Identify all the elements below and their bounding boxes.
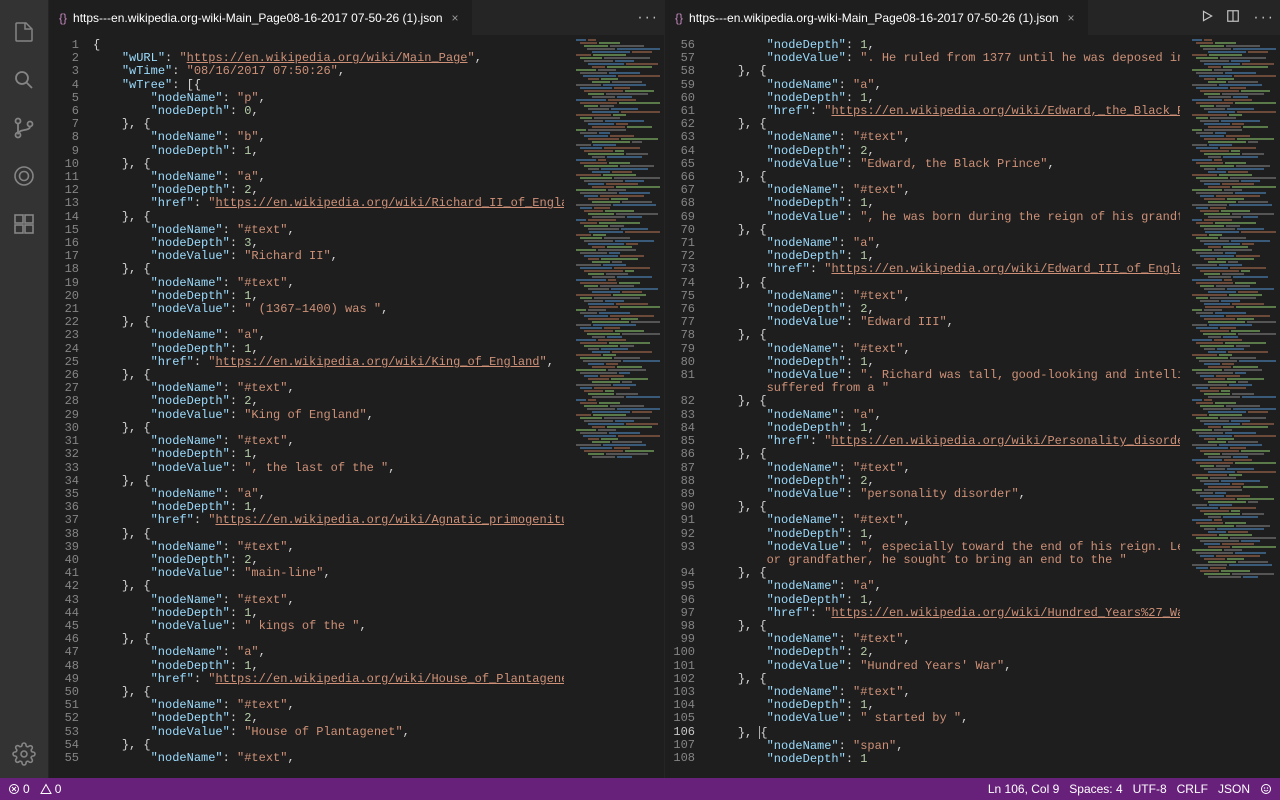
source-control-icon[interactable]	[0, 104, 48, 152]
close-icon[interactable]: ×	[1065, 11, 1078, 25]
editor-right[interactable]: 5657585960616263646566676869707172737475…	[665, 35, 1280, 778]
settings-gear-icon[interactable]	[0, 730, 48, 778]
tab-left-file[interactable]: {} https---en.wikipedia.org-wiki-Main_Pa…	[49, 0, 473, 35]
search-icon[interactable]	[0, 56, 48, 104]
status-eol[interactable]: CRLF	[1177, 782, 1208, 796]
json-file-icon: {}	[59, 11, 67, 25]
status-ln-col[interactable]: Ln 106, Col 9	[988, 782, 1059, 796]
tab-label: https---en.wikipedia.org-wiki-Main_Page0…	[689, 11, 1059, 25]
editor-pane-right: {} https---en.wikipedia.org-wiki-Main_Pa…	[664, 0, 1280, 778]
explorer-icon[interactable]	[0, 8, 48, 56]
status-indent[interactable]: Spaces: 4	[1069, 782, 1122, 796]
more-actions-icon[interactable]: ···	[636, 11, 658, 25]
extensions-icon[interactable]	[0, 200, 48, 248]
status-warnings[interactable]: 0	[40, 782, 62, 796]
minimap-left[interactable]	[564, 35, 664, 778]
gutter-right: 5657585960616263646566676869707172737475…	[665, 35, 709, 778]
status-errors[interactable]: 0	[8, 782, 30, 796]
feedback-icon[interactable]	[1260, 783, 1272, 795]
more-actions-icon[interactable]: ···	[1252, 11, 1274, 25]
status-bar: 0 0 Ln 106, Col 9 Spaces: 4 UTF-8 CRLF J…	[0, 778, 1280, 800]
editor-left[interactable]: 1234567891011121314151617181920212223242…	[49, 35, 664, 778]
status-language[interactable]: JSON	[1218, 782, 1250, 796]
run-icon[interactable]	[1200, 9, 1214, 27]
editor-split: {} https---en.wikipedia.org-wiki-Main_Pa…	[48, 0, 1280, 778]
close-icon[interactable]: ×	[449, 11, 462, 25]
activity-bar	[0, 0, 48, 778]
status-encoding[interactable]: UTF-8	[1133, 782, 1167, 796]
code-left[interactable]: { "wURL": "https://en.wikipedia.org/wiki…	[93, 35, 564, 778]
editor-pane-left: {} https---en.wikipedia.org-wiki-Main_Pa…	[48, 0, 664, 778]
tab-label: https---en.wikipedia.org-wiki-Main_Page0…	[73, 11, 443, 25]
split-editor-icon[interactable]	[1226, 9, 1240, 27]
json-file-icon: {}	[675, 11, 683, 25]
tab-bar-right: {} https---en.wikipedia.org-wiki-Main_Pa…	[665, 0, 1280, 35]
gutter-left: 1234567891011121314151617181920212223242…	[49, 35, 93, 778]
debug-icon[interactable]	[0, 152, 48, 200]
code-right[interactable]: "nodeDepth": 1, "nodeValue": ". He ruled…	[709, 35, 1180, 778]
tab-bar-left: {} https---en.wikipedia.org-wiki-Main_Pa…	[49, 0, 664, 35]
tab-right-file[interactable]: {} https---en.wikipedia.org-wiki-Main_Pa…	[665, 0, 1089, 35]
minimap-right[interactable]	[1180, 35, 1280, 778]
